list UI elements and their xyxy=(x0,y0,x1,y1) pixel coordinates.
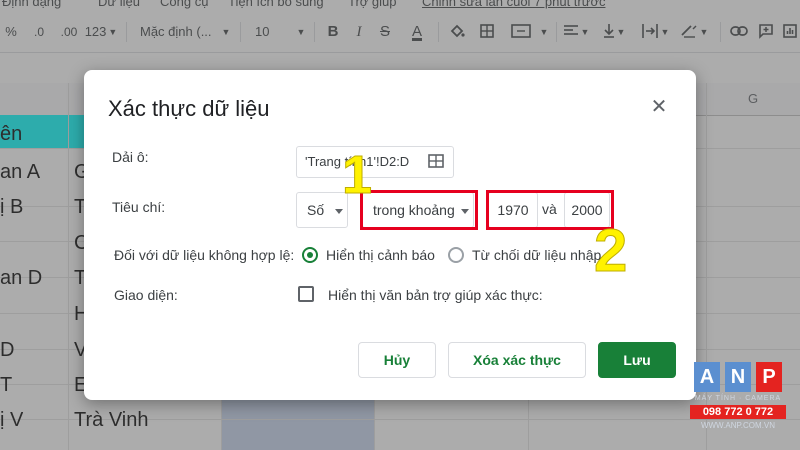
annotation-number-1: 1 xyxy=(341,145,373,206)
logo-letter: A xyxy=(694,362,720,392)
remove-validation-button[interactable]: Xóa xác thực xyxy=(448,342,586,378)
radio-show-warning-label[interactable]: Hiển thị cảnh báo xyxy=(326,247,435,263)
anp-logo: A N P MÁY TÍNH · CAMERA 098 772 0 772 WW… xyxy=(690,362,786,442)
logo-letter: N xyxy=(725,362,751,392)
close-icon[interactable]: ✕ xyxy=(648,96,670,118)
logo-website: WWW.ANP.COM.VN xyxy=(700,421,776,430)
cancel-button[interactable]: Hủy xyxy=(358,342,436,378)
select-range-grid-icon[interactable] xyxy=(427,152,447,172)
save-button[interactable]: Lưu xyxy=(598,342,676,378)
logo-letter: P xyxy=(756,362,782,392)
range-label: Dải ô: xyxy=(112,149,149,165)
help-text-checkbox[interactable] xyxy=(298,286,314,302)
highlight-box-condition xyxy=(360,190,478,230)
criteria-type-value: Số xyxy=(307,202,325,218)
logo-phone: 098 772 0 772 xyxy=(690,405,786,419)
radio-show-warning[interactable] xyxy=(302,247,318,263)
range-input[interactable]: 'Trang tính1'!D2:D xyxy=(296,146,454,178)
radio-reject-input[interactable] xyxy=(448,247,464,263)
appearance-label: Giao diện: xyxy=(114,287,178,303)
logo-tagline: MÁY TÍNH · CAMERA xyxy=(694,395,782,402)
help-text-checkbox-label[interactable]: Hiển thị văn bản trợ giúp xác thực: xyxy=(328,287,543,303)
data-validation-dialog: Xác thực dữ liệu ✕ Dải ô: 'Trang tính1'!… xyxy=(84,70,696,400)
invalid-data-label: Đối với dữ liệu không hợp lệ: xyxy=(114,247,295,263)
dialog-title: Xác thực dữ liệu xyxy=(108,96,270,121)
criteria-label: Tiêu chí: xyxy=(112,199,166,215)
criteria-type-dropdown[interactable]: Số xyxy=(296,192,348,228)
radio-reject-input-label[interactable]: Từ chối dữ liệu nhập xyxy=(472,247,601,263)
caret-down-icon xyxy=(335,209,343,214)
